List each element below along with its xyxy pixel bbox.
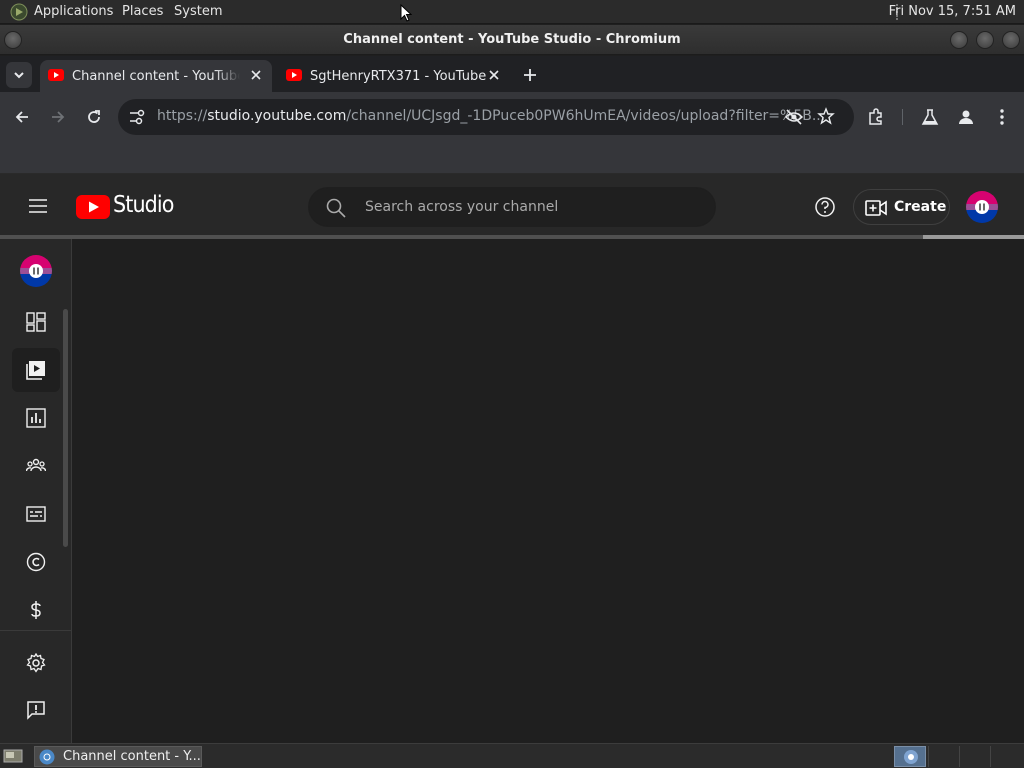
eye-slash-icon[interactable] (784, 108, 804, 126)
toolbar-divider (902, 109, 903, 125)
close-tab-icon[interactable] (248, 67, 264, 83)
url-text[interactable]: https://studio.youtube.com/channel/UCJsg… (157, 108, 825, 124)
dollar-icon (31, 601, 41, 619)
bookmark-bar (0, 142, 1024, 174)
show-desktop-icon[interactable] (3, 748, 23, 764)
analytics-icon (26, 408, 46, 428)
bookmark-star-icon[interactable] (817, 107, 835, 125)
studio-logo[interactable]: Studio (76, 192, 176, 222)
taskbar-window-label: Channel content - Y... (63, 749, 201, 764)
nav-item-copyright[interactable] (12, 540, 60, 584)
nav-item-send-feedback[interactable] (12, 688, 60, 732)
menu-system[interactable]: System (174, 4, 222, 19)
clock[interactable]: Fri Nov 15, 7:51 AM (889, 4, 1016, 19)
window-title: Channel content - YouTube Studio - Chrom… (343, 32, 681, 47)
minimize-button[interactable] (950, 31, 968, 49)
youtube-favicon-icon (48, 69, 64, 81)
tab-label: Channel content - YouTube Studio (72, 69, 240, 84)
nav-item-subtitles[interactable] (12, 492, 60, 536)
dashboard-icon (26, 312, 46, 332)
profile-icon[interactable] (956, 107, 976, 127)
left-nav (0, 239, 72, 743)
hamburger-menu-icon[interactable] (26, 194, 50, 218)
workspace-1[interactable] (894, 746, 926, 767)
new-tab-icon[interactable] (521, 66, 539, 84)
nav-item-earn[interactable] (12, 588, 60, 632)
nav-channel-avatar[interactable] (20, 255, 52, 287)
top-panel: Applications Places System Fri Nov 15, 7… (0, 0, 1024, 24)
avatar-glyph-icon (975, 200, 989, 214)
close-window-button[interactable] (1002, 31, 1020, 49)
youtube-favicon-icon (286, 69, 302, 81)
create-button[interactable]: Create (853, 189, 950, 225)
create-button-label: Create (894, 199, 947, 215)
tab-strip: Channel content - YouTube Studio SgtHenr… (0, 56, 1024, 92)
search-box[interactable]: Search across your channel (308, 187, 716, 227)
nav-item-dashboard[interactable] (12, 300, 60, 344)
workspace-3[interactable] (959, 746, 989, 767)
back-icon[interactable] (12, 107, 32, 127)
menu-places[interactable]: Places (122, 4, 163, 19)
more-menu-icon[interactable] (992, 107, 1012, 127)
chromium-icon (904, 750, 918, 764)
main-content (72, 239, 1024, 743)
search-input[interactable]: Search across your channel (365, 199, 558, 215)
close-tab-icon[interactable] (486, 67, 502, 83)
browser-toolbar: https://studio.youtube.com/channel/UCJsg… (0, 92, 1024, 142)
nav-scrollbar[interactable] (63, 309, 68, 547)
channel-avatar[interactable] (966, 191, 998, 223)
community-icon (26, 458, 46, 472)
extensions-icon[interactable] (866, 107, 886, 127)
chevron-down-icon (14, 72, 24, 79)
maximize-button[interactable] (976, 31, 994, 49)
gnome-foot-icon[interactable] (10, 3, 28, 21)
tab-sgthenry[interactable]: SgtHenryRTX371 - YouTube (278, 60, 510, 92)
mouse-cursor-icon (400, 4, 412, 22)
tab-label: SgtHenryRTX371 - YouTube (310, 69, 487, 84)
tab-search-button[interactable] (6, 62, 32, 88)
reload-icon[interactable] (84, 107, 104, 127)
copyright-icon (26, 552, 46, 572)
nav-item-content[interactable] (12, 348, 60, 392)
nav-item-community[interactable] (12, 444, 60, 488)
subtitles-icon (26, 506, 46, 522)
taskbar: Channel content - Y... (0, 743, 1024, 768)
workspace-2[interactable] (928, 746, 958, 767)
address-bar[interactable]: https://studio.youtube.com/channel/UCJsg… (118, 99, 854, 135)
url-host: studio.youtube.com (207, 108, 347, 124)
gear-icon (26, 653, 46, 673)
nav-item-analytics[interactable] (12, 396, 60, 440)
forward-icon[interactable] (48, 107, 68, 127)
menu-applications[interactable]: Applications (34, 4, 113, 19)
window-titlebar[interactable]: Channel content - YouTube Studio - Chrom… (0, 25, 1024, 55)
nav-divider (0, 630, 71, 631)
workspace-4[interactable] (990, 746, 1020, 767)
url-path: /channel/UCJsgd_-1DPuceb0PW6hUmEA/videos… (346, 108, 826, 124)
labs-flask-icon[interactable] (920, 107, 940, 127)
content-icon (26, 361, 45, 380)
search-icon (326, 198, 346, 218)
taskbar-window-chromium[interactable]: Channel content - Y... (34, 746, 202, 767)
help-icon[interactable] (814, 196, 836, 218)
studio-header: Studio Search across your channel Create (0, 174, 1024, 238)
nav-item-settings[interactable] (12, 641, 60, 685)
youtube-logo-icon (76, 195, 110, 219)
create-video-icon (865, 200, 887, 216)
feedback-icon (27, 701, 45, 720)
url-scheme: https:// (157, 108, 208, 124)
tab-channel-content[interactable]: Channel content - YouTube Studio (40, 60, 272, 92)
studio-logo-text: Studio (113, 192, 174, 218)
chromium-icon (39, 749, 55, 765)
avatar-glyph-icon (29, 264, 43, 278)
site-info-icon[interactable] (128, 109, 146, 125)
